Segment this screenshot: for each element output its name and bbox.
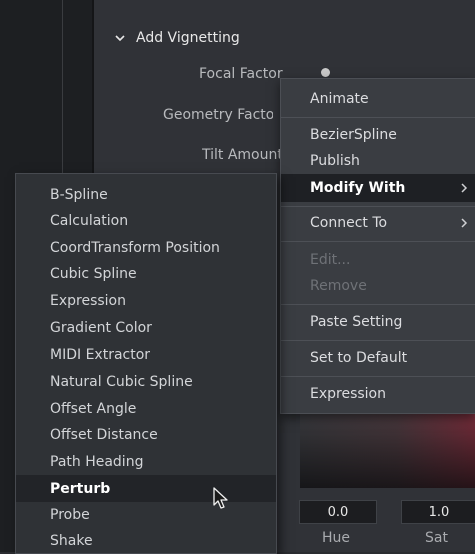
sat-value-field[interactable]: 1.0: [401, 500, 475, 524]
menu-item-publish[interactable]: Publish: [281, 148, 475, 174]
menu-separator: [281, 117, 475, 118]
submenu-item-perturb[interactable]: Perturb: [16, 475, 276, 502]
menu-item-modify-with[interactable]: Modify With: [281, 174, 475, 202]
menu-item-animate[interactable]: Animate: [281, 86, 475, 112]
submenu-item-midi-extractor[interactable]: MIDI Extractor: [16, 341, 276, 368]
sidebar-divider: [62, 0, 63, 175]
submenu-item-calculation[interactable]: Calculation: [16, 207, 276, 234]
param-label-focal-factor: Focal Factor: [199, 66, 283, 82]
menu-item-paste-setting[interactable]: Paste Setting: [281, 309, 475, 335]
menu-separator: [281, 340, 475, 341]
menu-item-set-to-default[interactable]: Set to Default: [281, 345, 475, 371]
menu-item-modify-with-label: Modify With: [310, 180, 406, 196]
modify-with-submenu: B-Spline Calculation CoordTransform Posi…: [15, 173, 277, 554]
submenu-item-coordtransform-position[interactable]: CoordTransform Position: [16, 234, 276, 261]
submenu-item-shake[interactable]: Shake: [16, 527, 276, 554]
hue-value-field[interactable]: 0.0: [299, 500, 377, 524]
submenu-item-b-spline[interactable]: B-Spline: [16, 181, 276, 208]
param-label-tilt-amount: Tilt Amount: [202, 147, 280, 163]
context-menu: Animate BezierSpline Publish Modify With…: [280, 78, 475, 414]
submenu-item-probe[interactable]: Probe: [16, 501, 276, 528]
chevron-right-icon: [461, 183, 468, 193]
sat-label: Sat: [425, 530, 448, 546]
submenu-item-offset-angle[interactable]: Offset Angle: [16, 395, 276, 422]
menu-separator: [281, 241, 475, 242]
mouse-cursor-icon: [213, 487, 228, 509]
submenu-item-offset-distance[interactable]: Offset Distance: [16, 421, 276, 448]
menu-item-bezierspline[interactable]: BezierSpline: [281, 122, 475, 148]
menu-item-connect-to-label: Connect To: [310, 215, 388, 231]
menu-item-connect-to[interactable]: Connect To: [281, 210, 475, 236]
chevron-right-icon: [461, 218, 468, 228]
focal-factor-slider-handle[interactable]: [321, 68, 330, 77]
menu-separator: [281, 206, 475, 207]
submenu-item-cubic-spline[interactable]: Cubic Spline: [16, 260, 276, 287]
section-title: Add Vignetting: [136, 30, 240, 46]
submenu-item-gradient-color[interactable]: Gradient Color: [16, 314, 276, 341]
menu-item-edit: Edit...: [310, 252, 351, 268]
menu-item-remove: Remove: [310, 278, 367, 294]
param-label-geometry-factor: Geometry Factor: [163, 107, 273, 123]
menu-separator: [281, 304, 475, 305]
section-header-add-vignetting[interactable]: Add Vignetting: [114, 26, 240, 50]
color-picker-shade: [300, 412, 475, 488]
hue-label: Hue: [322, 530, 351, 546]
submenu-item-natural-cubic-spline[interactable]: Natural Cubic Spline: [16, 368, 276, 395]
submenu-item-path-heading[interactable]: Path Heading: [16, 448, 276, 475]
menu-separator: [281, 376, 475, 377]
chevron-down-icon: [115, 35, 125, 42]
submenu-item-expression[interactable]: Expression: [16, 287, 276, 314]
menu-item-expression[interactable]: Expression: [281, 381, 475, 407]
